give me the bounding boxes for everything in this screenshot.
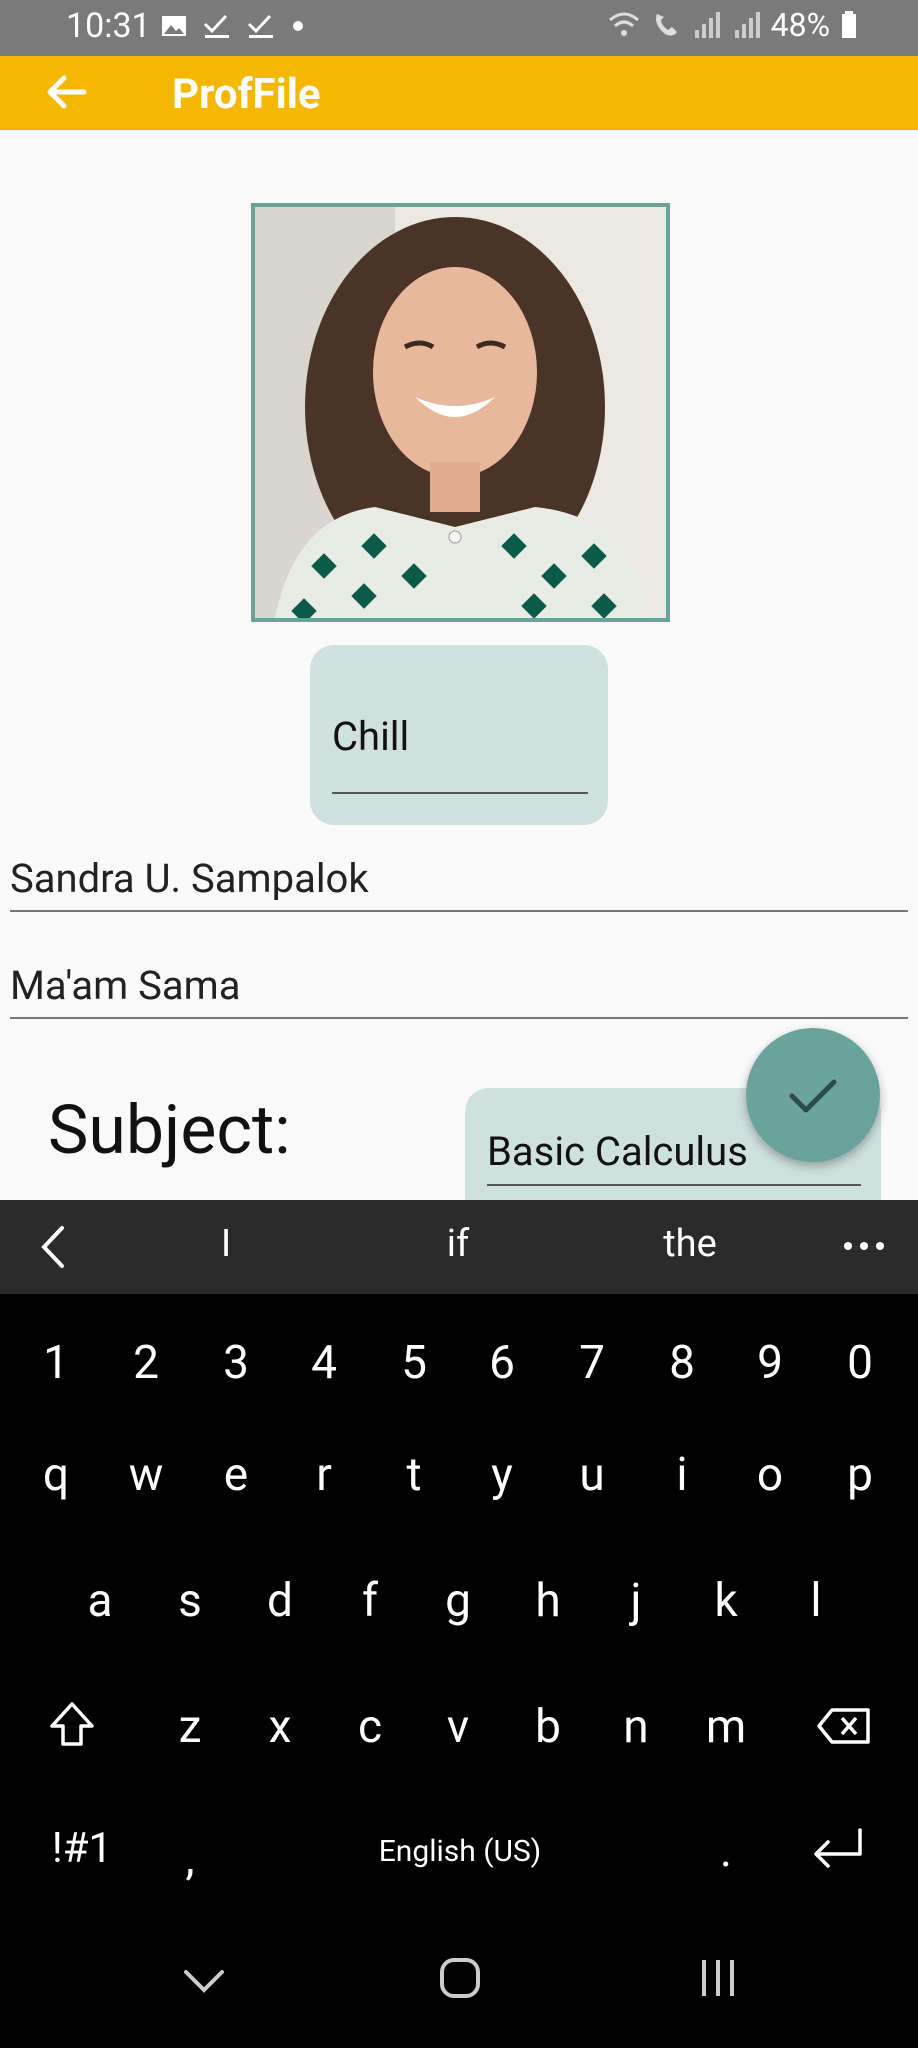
subject-label: Subject:	[48, 1090, 291, 1170]
nickname-underline	[10, 1017, 908, 1019]
dot-icon	[293, 21, 303, 31]
key-y[interactable]: y	[462, 1448, 542, 1502]
status-bar: 10:31 48%	[0, 0, 918, 56]
key-5[interactable]: 5	[374, 1336, 454, 1390]
app-title: ProfFile	[172, 70, 321, 119]
check-icon	[789, 1079, 837, 1113]
key-7[interactable]: 7	[552, 1336, 632, 1390]
key-h[interactable]: h	[508, 1574, 588, 1628]
suggestion-item[interactable]: if	[418, 1222, 498, 1266]
key-x[interactable]: x	[240, 1700, 320, 1754]
status-value: Chill	[332, 713, 410, 760]
subject-value: Basic Calculus	[487, 1128, 748, 1175]
battery-icon	[842, 11, 856, 38]
suggestion-item[interactable]: I	[186, 1222, 266, 1266]
key-i[interactable]: i	[642, 1448, 722, 1502]
status-time: 10:31	[66, 6, 151, 46]
notification-icons	[160, 12, 306, 40]
status-input[interactable]: Chill	[310, 645, 608, 825]
key-b[interactable]: b	[508, 1700, 588, 1754]
key-2[interactable]: 2	[106, 1336, 186, 1390]
profile-photo[interactable]	[251, 203, 670, 622]
navigation-bar	[0, 1924, 918, 2048]
key-u[interactable]: u	[552, 1448, 632, 1502]
key-k[interactable]: k	[686, 1574, 766, 1628]
wifi-icon	[608, 12, 639, 36]
key-p[interactable]: p	[820, 1448, 900, 1502]
suggestion-bar: I if the	[0, 1200, 918, 1294]
subject-underline	[487, 1184, 861, 1186]
enter-icon[interactable]	[810, 1826, 866, 1874]
key-r[interactable]: r	[284, 1448, 364, 1502]
hide-keyboard-icon[interactable]	[182, 1966, 226, 1996]
recent-apps-icon[interactable]	[698, 1958, 738, 1998]
key-t[interactable]: t	[374, 1448, 454, 1502]
key-l[interactable]: l	[776, 1574, 856, 1628]
suggestion-item[interactable]: the	[640, 1222, 740, 1266]
check-icon	[247, 14, 273, 38]
backspace-icon[interactable]	[816, 1706, 872, 1746]
period-key[interactable]: .	[686, 1824, 766, 1878]
key-9[interactable]: 9	[730, 1336, 810, 1390]
key-1[interactable]: 1	[16, 1336, 96, 1390]
key-n[interactable]: n	[596, 1700, 676, 1754]
key-6[interactable]: 6	[462, 1336, 542, 1390]
key-q[interactable]: q	[16, 1448, 96, 1502]
nickname-input[interactable]: Ma'am Sama	[10, 962, 908, 1022]
key-o[interactable]: o	[730, 1448, 810, 1502]
save-button[interactable]	[746, 1028, 880, 1162]
key-4[interactable]: 4	[284, 1336, 364, 1390]
key-m[interactable]: m	[686, 1700, 766, 1754]
back-arrow-icon[interactable]	[44, 70, 88, 114]
key-s[interactable]: s	[150, 1574, 230, 1628]
on-screen-keyboard: I if the 1 2 3 4 5 6 7 8 9 0 q w e r t y…	[0, 1200, 918, 2048]
status-underline	[332, 792, 588, 794]
name-input[interactable]: Sandra U. Sampalok	[10, 855, 908, 915]
key-c[interactable]: c	[330, 1700, 410, 1754]
key-w[interactable]: w	[106, 1448, 186, 1502]
key-v[interactable]: v	[418, 1700, 498, 1754]
chevron-left-icon[interactable]	[36, 1224, 72, 1270]
gallery-icon	[162, 16, 186, 36]
more-options-icon[interactable]	[842, 1236, 886, 1256]
comma-key[interactable]: ,	[150, 1832, 230, 1886]
key-e[interactable]: e	[196, 1448, 276, 1502]
key-3[interactable]: 3	[196, 1336, 276, 1390]
system-status: 48%	[607, 6, 858, 44]
key-0[interactable]: 0	[820, 1336, 900, 1390]
check-icon	[203, 14, 229, 38]
call-icon	[655, 14, 677, 36]
key-f[interactable]: f	[330, 1574, 410, 1628]
key-g[interactable]: g	[418, 1574, 498, 1628]
signal-icon	[734, 12, 760, 38]
battery-percent: 48%	[770, 6, 830, 44]
shift-icon[interactable]	[48, 1700, 96, 1750]
space-bar[interactable]: English (US)	[300, 1834, 620, 1869]
app-bar: ProfFile	[0, 56, 918, 130]
key-z[interactable]: z	[150, 1700, 230, 1754]
symbols-key[interactable]: !#1	[40, 1824, 124, 1873]
key-8[interactable]: 8	[642, 1336, 722, 1390]
key-j[interactable]: j	[596, 1574, 676, 1628]
home-icon[interactable]	[438, 1956, 482, 2000]
key-a[interactable]: a	[60, 1574, 140, 1628]
name-value: Sandra U. Sampalok	[10, 855, 369, 902]
key-d[interactable]: d	[240, 1574, 320, 1628]
signal-icon	[694, 12, 720, 38]
person-portrait-icon	[255, 207, 666, 618]
nickname-value: Ma'am Sama	[10, 962, 241, 1009]
name-underline	[10, 910, 908, 912]
